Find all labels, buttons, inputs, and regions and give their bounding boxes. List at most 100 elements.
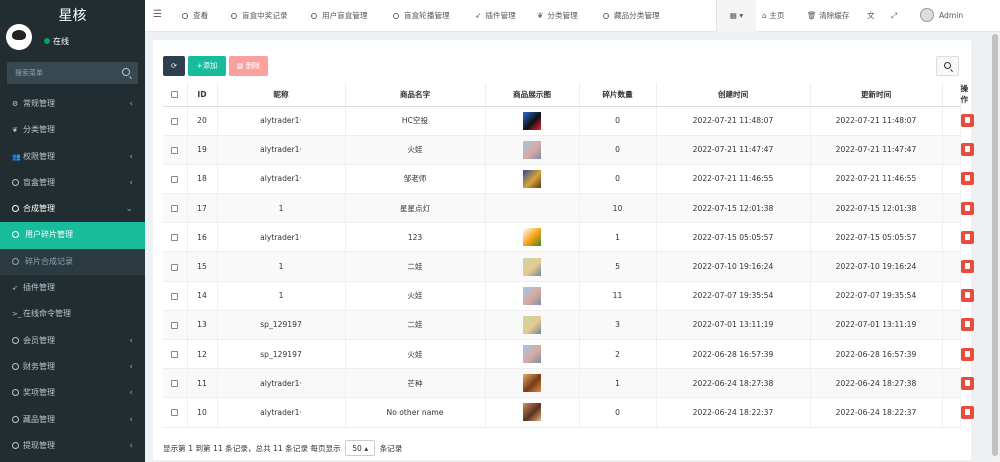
sidebar-item-8[interactable]: >_ 在线命令管理	[0, 301, 145, 327]
cell-created-at: 2022-07-01 13:11:19	[656, 310, 811, 341]
tab-5[interactable]: ❦ 分类管理	[537, 0, 578, 32]
refresh-button[interactable]: ⟳	[163, 56, 185, 76]
caret-up-icon: ▴	[364, 444, 369, 453]
row-checkbox[interactable]	[171, 146, 179, 154]
table-row[interactable]: 12 sp_129197 火娃 2 2022-06-28 16:57:39 2022-06…	[163, 339, 974, 370]
sidebar-item-6[interactable]: 碎片合成记录	[0, 248, 145, 276]
row-checkbox[interactable]	[171, 292, 179, 300]
row-delete-button[interactable]	[960, 289, 974, 303]
sidebar-item-4[interactable]: 合成管理 ⌄	[0, 196, 145, 222]
product-thumbnail[interactable]	[523, 228, 541, 247]
delete-button[interactable]: ▥ 删除	[229, 56, 268, 76]
row-checkbox[interactable]	[171, 380, 179, 388]
product-thumbnail[interactable]	[523, 345, 541, 364]
row-checkbox[interactable]	[171, 263, 179, 271]
tab-0[interactable]: 查看	[182, 0, 208, 32]
cell-created-at: 2022-06-24 18:27:38	[656, 368, 811, 399]
product-thumbnail[interactable]	[523, 111, 541, 130]
circle-icon	[12, 407, 23, 433]
cell-id: 20	[187, 106, 218, 136]
table-row[interactable]: 20 alytrader1· HC空投 0 2022-07-21 11:48:07 202…	[163, 106, 974, 136]
row-delete-button[interactable]	[960, 260, 974, 274]
table-row[interactable]: 19 alytrader1· 火娃 0 2022-07-21 11:47:47 2022-…	[163, 135, 974, 165]
product-thumbnail[interactable]	[523, 140, 541, 159]
row-delete-button[interactable]	[960, 143, 974, 157]
online-dot-icon	[44, 38, 50, 44]
tab-4[interactable]: ➶ 插件管理	[475, 0, 516, 32]
table-row[interactable]: 16 alytrader1· 123 1 2022-07-15 05:05:57 2022…	[163, 222, 974, 253]
header-id[interactable]: ID	[187, 83, 218, 107]
product-thumbnail[interactable]	[523, 374, 541, 393]
search-icon[interactable]	[122, 68, 130, 76]
row-checkbox[interactable]	[171, 205, 179, 213]
language-button[interactable]: 文	[867, 0, 875, 32]
tab-2[interactable]: 用户盲盒管理	[311, 0, 368, 32]
header-product-image: 商品展示图	[485, 83, 580, 107]
product-thumbnail[interactable]	[523, 257, 541, 276]
row-delete-button[interactable]	[960, 114, 974, 128]
sidebar-item-2[interactable]: 👥 权限管理 ‹	[0, 144, 145, 170]
clear-cache-button[interactable]: 🗑 清除缓存	[807, 0, 849, 32]
row-checkbox[interactable]	[171, 234, 179, 242]
row-select-cell	[163, 368, 188, 399]
page-scrollbar[interactable]	[990, 32, 1000, 462]
table-row[interactable]: 18 alytrader1· 邹老师 0 2022-07-21 11:46:55 2022…	[163, 164, 974, 195]
select-all-checkbox[interactable]	[171, 91, 179, 99]
product-thumbnail[interactable]	[523, 286, 541, 305]
sidebar-search-input[interactable]	[7, 62, 138, 84]
tab-6[interactable]: 藏品分类管理	[603, 0, 660, 32]
row-delete-button[interactable]	[960, 201, 974, 215]
tab-3[interactable]: 盲盒轮播管理	[393, 0, 450, 32]
cell-fragment-count: 5	[579, 251, 657, 282]
table-row[interactable]: 11 alytrader1· 芒种 1 2022-06-24 18:27:38 2022-…	[163, 368, 974, 399]
cell-nickname: alytrader1·	[217, 368, 346, 399]
table-row[interactable]: 13 sp_129197 二娃 3 2022-07-01 13:11:19 2022-07…	[163, 310, 974, 341]
table-row[interactable]: 14 1 火娃 11 2022-07-07 19:35:54 2022-07-07 19:…	[163, 281, 974, 311]
sidebar-item-12[interactable]: 藏品管理 ‹	[0, 407, 145, 433]
row-delete-button[interactable]	[960, 230, 974, 244]
row-checkbox[interactable]	[171, 409, 179, 417]
product-thumbnail[interactable]	[523, 315, 541, 334]
fullscreen-button[interactable]: ⤢	[891, 0, 897, 32]
sidebar-item-10[interactable]: 财务管理 ‹	[0, 354, 145, 380]
table-search-button[interactable]	[936, 56, 959, 76]
cell-id: 13	[187, 310, 218, 341]
sidebar-item-3[interactable]: 盲盒管理 ‹	[0, 170, 145, 196]
sidebar-item-0[interactable]: ⚙ 常规管理 ‹	[0, 91, 145, 117]
home-link[interactable]: ⌂ 主页	[762, 0, 784, 32]
avatar	[920, 8, 934, 22]
menu-toggle-icon[interactable]: ☰	[153, 9, 162, 20]
sidebar-item-9[interactable]: 会员管理 ‹	[0, 328, 145, 354]
sidebar-item-13[interactable]: 提现管理 ‹	[0, 433, 145, 459]
tab-1[interactable]: 盲盒中奖记录	[231, 0, 288, 32]
product-thumbnail[interactable]	[523, 169, 541, 188]
row-delete-button[interactable]	[960, 405, 974, 419]
row-checkbox[interactable]	[171, 175, 179, 183]
leaf-icon: ❦	[12, 126, 18, 135]
grid-menu-button[interactable]: ▦ ▾	[716, 0, 756, 32]
home-label: 主页	[769, 11, 785, 20]
row-checkbox[interactable]	[171, 351, 179, 359]
row-delete-button[interactable]	[960, 318, 974, 332]
terminal-icon: >_	[12, 310, 22, 319]
product-thumbnail[interactable]	[523, 403, 541, 422]
add-button[interactable]: +添加	[188, 56, 226, 76]
row-select-cell	[163, 339, 188, 370]
row-delete-button[interactable]	[960, 376, 974, 390]
sidebar-item-1[interactable]: ❦ 分类管理	[0, 117, 145, 143]
table-row[interactable]: 17 1 星星点灯 10 2022-07-15 12:01:38 2022-07-15 1…	[163, 193, 974, 224]
cell-spacer	[942, 164, 961, 195]
table-row[interactable]: 15 1 二娃 5 2022-07-10 19:16:24 2022-07-10 19:1…	[163, 251, 974, 282]
row-delete-button[interactable]	[960, 347, 974, 361]
sidebar-item-label: 常规管理	[23, 99, 55, 108]
table-row[interactable]: 10 alytrader1· No other name 0 2022-06-24 18…	[163, 397, 974, 428]
row-delete-button[interactable]	[960, 172, 974, 186]
sidebar-item-11[interactable]: 奖项管理 ‹	[0, 380, 145, 406]
row-checkbox[interactable]	[171, 321, 179, 329]
scrollbar-thumb[interactable]	[992, 34, 998, 456]
row-checkbox[interactable]	[171, 117, 179, 125]
sidebar-item-5[interactable]: 用户碎片管理	[0, 222, 145, 249]
page-size-select[interactable]: 50 ▴	[345, 440, 376, 456]
sidebar-item-7[interactable]: ➶ 插件管理	[0, 275, 145, 301]
user-menu[interactable]: Admin	[920, 0, 963, 32]
